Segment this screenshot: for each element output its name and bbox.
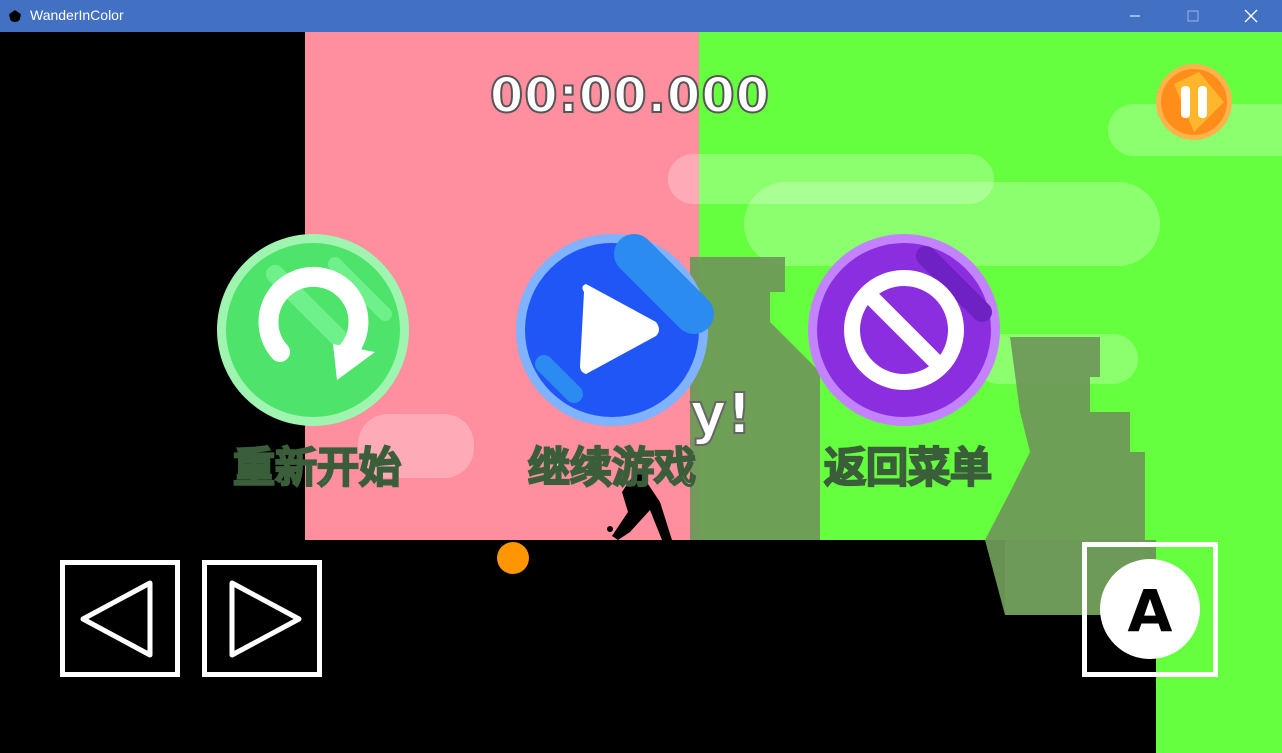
continue-button[interactable]: [514, 234, 714, 434]
window-title-bar: WanderInColor: [0, 0, 1282, 32]
restart-icon: [217, 234, 409, 426]
prohibit-icon: [808, 234, 1000, 426]
restart-label: 重新开始: [232, 442, 402, 493]
maximize-icon: [1187, 10, 1199, 22]
restart-button[interactable]: [215, 234, 415, 434]
move-left-button[interactable]: [60, 560, 180, 677]
game-viewport: y! 00:00.000 重新开始 继续游戏 返回菜单 A: [0, 32, 1282, 753]
jump-a-button[interactable]: A: [1082, 542, 1218, 677]
continue-label: 继续游戏: [527, 442, 697, 493]
player-ball: [607, 526, 613, 532]
timer-display: 00:00.000: [489, 67, 771, 125]
orange-orb: [497, 542, 529, 574]
triangle-left-icon: [80, 580, 153, 658]
close-button[interactable]: [1222, 0, 1280, 32]
a-button-label: A: [1128, 577, 1173, 645]
a-button-icon: A: [1100, 559, 1200, 659]
maximize-button[interactable]: [1164, 0, 1222, 32]
app-icon: [9, 10, 21, 22]
pause-icon: [1156, 64, 1232, 140]
play-icon: [516, 234, 714, 426]
return-menu-label: 返回菜单: [823, 442, 993, 493]
return-menu-button[interactable]: [806, 234, 1006, 434]
triangle-right-icon: [229, 580, 302, 658]
minimize-button[interactable]: [1106, 0, 1164, 32]
move-right-button[interactable]: [202, 560, 322, 677]
close-icon: [1244, 9, 1258, 23]
window-title: WanderInColor: [30, 7, 124, 23]
minimize-icon: [1130, 15, 1140, 17]
pause-button[interactable]: [1154, 62, 1234, 142]
